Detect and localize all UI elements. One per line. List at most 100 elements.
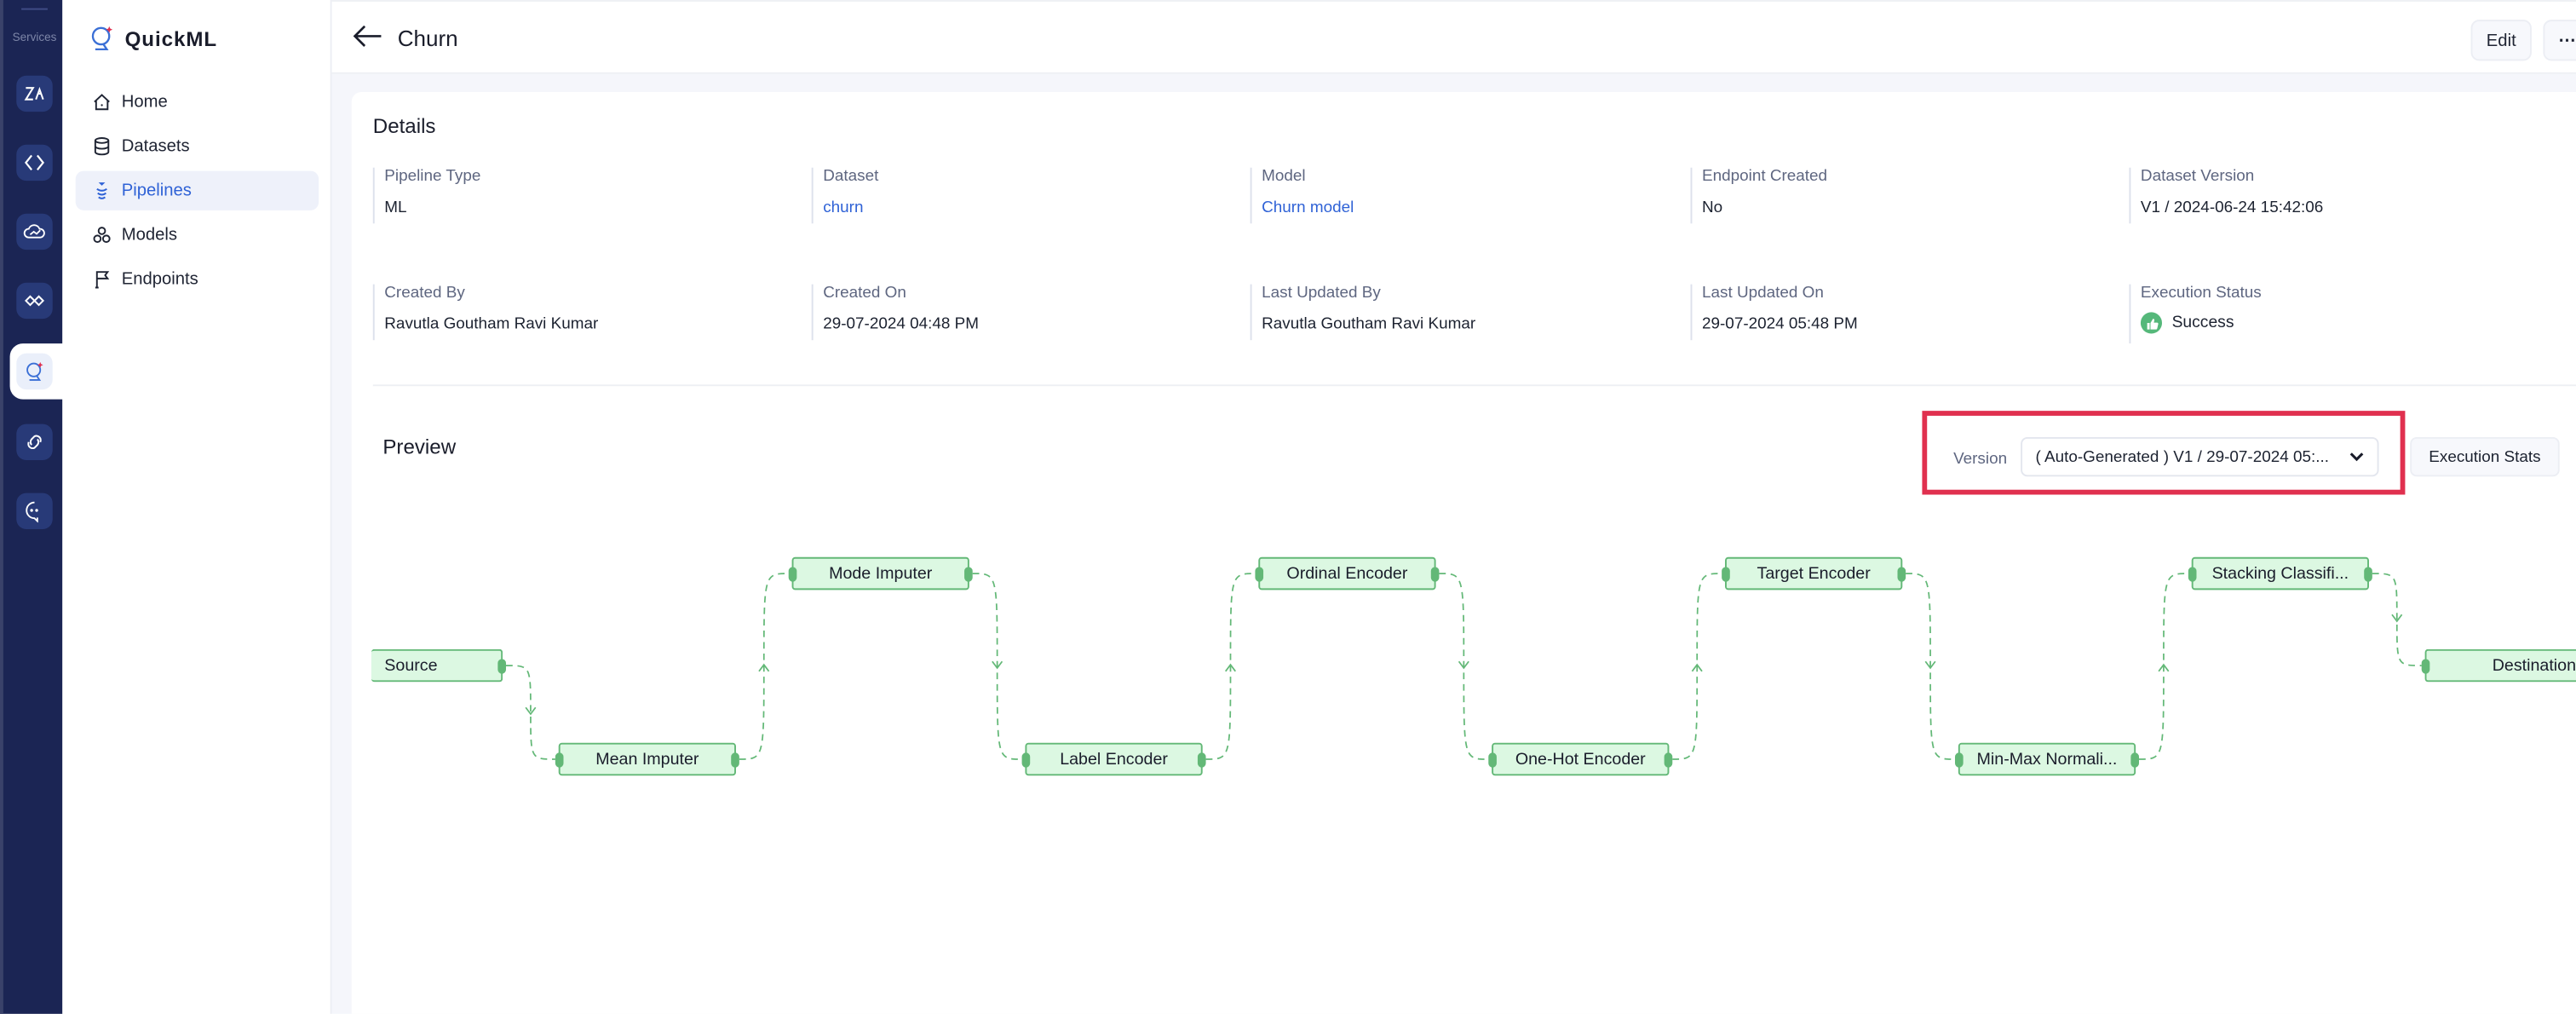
sidebar-item-datasets[interactable]: Datasets: [76, 126, 319, 165]
brand[interactable]: QuickML: [89, 25, 217, 53]
database-icon: [94, 137, 110, 156]
sidebar: QuickML Home Datasets Pipelines Models E…: [62, 0, 332, 1014]
field-label: Pipeline Type: [384, 167, 481, 186]
output-handle[interactable]: [1664, 752, 1673, 768]
input-handle[interactable]: [1722, 567, 1730, 582]
more-options-button[interactable]: ⋯: [2543, 20, 2576, 61]
model-link[interactable]: Churn model: [1262, 199, 1354, 216]
field-value: Ravutla Goutham Ravi Kumar: [384, 315, 599, 334]
details-heading: Details: [372, 114, 436, 138]
output-handle[interactable]: [731, 752, 739, 768]
pipeline-node-label-encoder[interactable]: Label Encoder: [1021, 742, 1206, 776]
pipeline-node-target-encoder[interactable]: Target Encoder: [1722, 556, 1906, 591]
pipeline-edge: [2372, 573, 2422, 666]
main-content: Churn Edit ⋯ Details Pipeline Type ML Da…: [331, 0, 2576, 1014]
top-bar: Churn Edit ⋯: [331, 0, 2576, 74]
page-title: Churn: [397, 26, 458, 51]
field-endpoint-created: Endpoint Created No: [1690, 167, 1827, 224]
status-text: Success: [2171, 314, 2234, 332]
node-label: Target Encoder: [1757, 564, 1871, 583]
sidebar-item-label: Models: [121, 225, 178, 245]
field-last-updated-on: Last Updated On 29-07-2024 05:48 PM: [1690, 284, 1858, 341]
output-handle[interactable]: [497, 659, 506, 674]
rail-item-code[interactable]: [16, 144, 53, 181]
field-value: No: [1701, 199, 1723, 217]
pipeline-edge: [1205, 573, 1256, 760]
pipeline-edge: [1906, 573, 1955, 760]
output-handle[interactable]: [1897, 567, 1906, 582]
field-label: Model: [1262, 167, 1306, 186]
field-label: Execution Status: [2140, 284, 2262, 302]
code-brackets-icon: [24, 154, 45, 171]
sidebar-item-pipelines[interactable]: Pipelines: [75, 170, 319, 210]
pipeline-node-destination[interactable]: Destination: [2421, 648, 2576, 683]
models-icon: [93, 227, 111, 244]
rail-item-chat[interactable]: [16, 493, 53, 529]
chat-bot-icon: [26, 501, 38, 523]
sidebar-item-label: Pipelines: [121, 181, 192, 201]
dataset-link[interactable]: churn: [823, 199, 878, 216]
status-badge: Success: [2140, 312, 2262, 334]
rail-item-quickml[interactable]: [16, 353, 53, 390]
back-arrow-icon[interactable]: [352, 23, 385, 49]
input-handle[interactable]: [1954, 752, 1964, 768]
handshake-icon: [24, 295, 45, 307]
rail-item-zia[interactable]: [16, 75, 53, 112]
field-model: Model Churn model: [1250, 167, 1354, 224]
sidebar-item-endpoints[interactable]: Endpoints: [76, 260, 319, 299]
input-handle[interactable]: [2421, 659, 2430, 674]
input-handle[interactable]: [1255, 567, 1264, 582]
pipeline-edge: [505, 665, 555, 760]
pipeline-node-source[interactable]: Source: [371, 648, 506, 683]
execution-stats-button[interactable]: Execution Stats: [2410, 436, 2560, 477]
field-value: 29-07-2024 05:48 PM: [1701, 315, 1858, 334]
output-handle[interactable]: [2130, 752, 2139, 768]
field-dataset: Dataset churn: [811, 167, 879, 224]
node-label: Label Encoder: [1060, 750, 1168, 769]
node-label: Min-Max Normali...: [1976, 750, 2118, 769]
field-label: Created On: [823, 284, 906, 302]
sidebar-item-home[interactable]: Home: [76, 82, 319, 121]
output-handle[interactable]: [1197, 752, 1206, 768]
pipeline-node-mode-imputer[interactable]: Mode Imputer: [788, 556, 973, 591]
rail-item-cloud[interactable]: [16, 213, 53, 251]
input-handle[interactable]: [1488, 752, 1497, 768]
pipeline-node-min-max-normali[interactable]: Min-Max Normali...: [1954, 742, 2139, 776]
edit-button[interactable]: Edit: [2470, 20, 2532, 61]
field-pipeline-type: Pipeline Type ML: [372, 167, 481, 224]
pipeline-node-stacking-classifi[interactable]: Stacking Classifi...: [2188, 556, 2372, 591]
output-handle[interactable]: [1430, 567, 1440, 582]
pipeline-node-ordinal-encoder[interactable]: Ordinal Encoder: [1255, 556, 1440, 591]
pipeline-edge: [739, 573, 789, 760]
field-label: Created By: [384, 284, 465, 302]
rail-item-link[interactable]: [16, 423, 53, 460]
sidebar-item-label: Endpoints: [121, 269, 198, 290]
brand-name: QuickML: [124, 26, 218, 50]
flag-icon: [95, 271, 110, 289]
cloud-analytics-icon: [23, 224, 45, 239]
quickml-icon: [26, 361, 43, 381]
pipeline-edge: [972, 573, 1022, 760]
home-icon: [94, 94, 110, 111]
field-last-updated-by: Last Updated By Ravutla Goutham Ravi Kum…: [1250, 284, 1475, 341]
field-execution-status: Execution Status Success: [2129, 284, 2262, 344]
input-handle[interactable]: [555, 752, 564, 768]
pipeline-edge: [1672, 573, 1722, 760]
version-select[interactable]: ( Auto-Generated ) V1 / 29-07-2024 05:..…: [2021, 436, 2379, 477]
input-handle[interactable]: [1021, 752, 1031, 768]
field-label: Dataset: [823, 167, 879, 186]
sidebar-item-models[interactable]: Models: [76, 216, 319, 255]
output-handle[interactable]: [2364, 567, 2372, 582]
pipeline-canvas[interactable]: Source Mean Imputer Mode Imputer Label Enco…: [352, 503, 2576, 1014]
input-handle[interactable]: [2188, 567, 2197, 582]
field-created-on: Created On 29-07-2024 04:48 PM: [811, 284, 979, 341]
pipeline-node-mean-imputer[interactable]: Mean Imputer: [555, 742, 739, 776]
rail-title: Services: [12, 32, 57, 45]
pipeline-node-one-hot-encoder[interactable]: One-Hot Encoder: [1488, 742, 1673, 776]
section-divider: [372, 384, 2576, 387]
field-dataset-version: Dataset Version V1 / 2024-06-24 15:42:06: [2129, 167, 2323, 224]
sidebar-item-label: Home: [121, 91, 168, 112]
input-handle[interactable]: [788, 567, 797, 582]
output-handle[interactable]: [964, 567, 973, 582]
rail-item-handshake[interactable]: [16, 282, 53, 320]
